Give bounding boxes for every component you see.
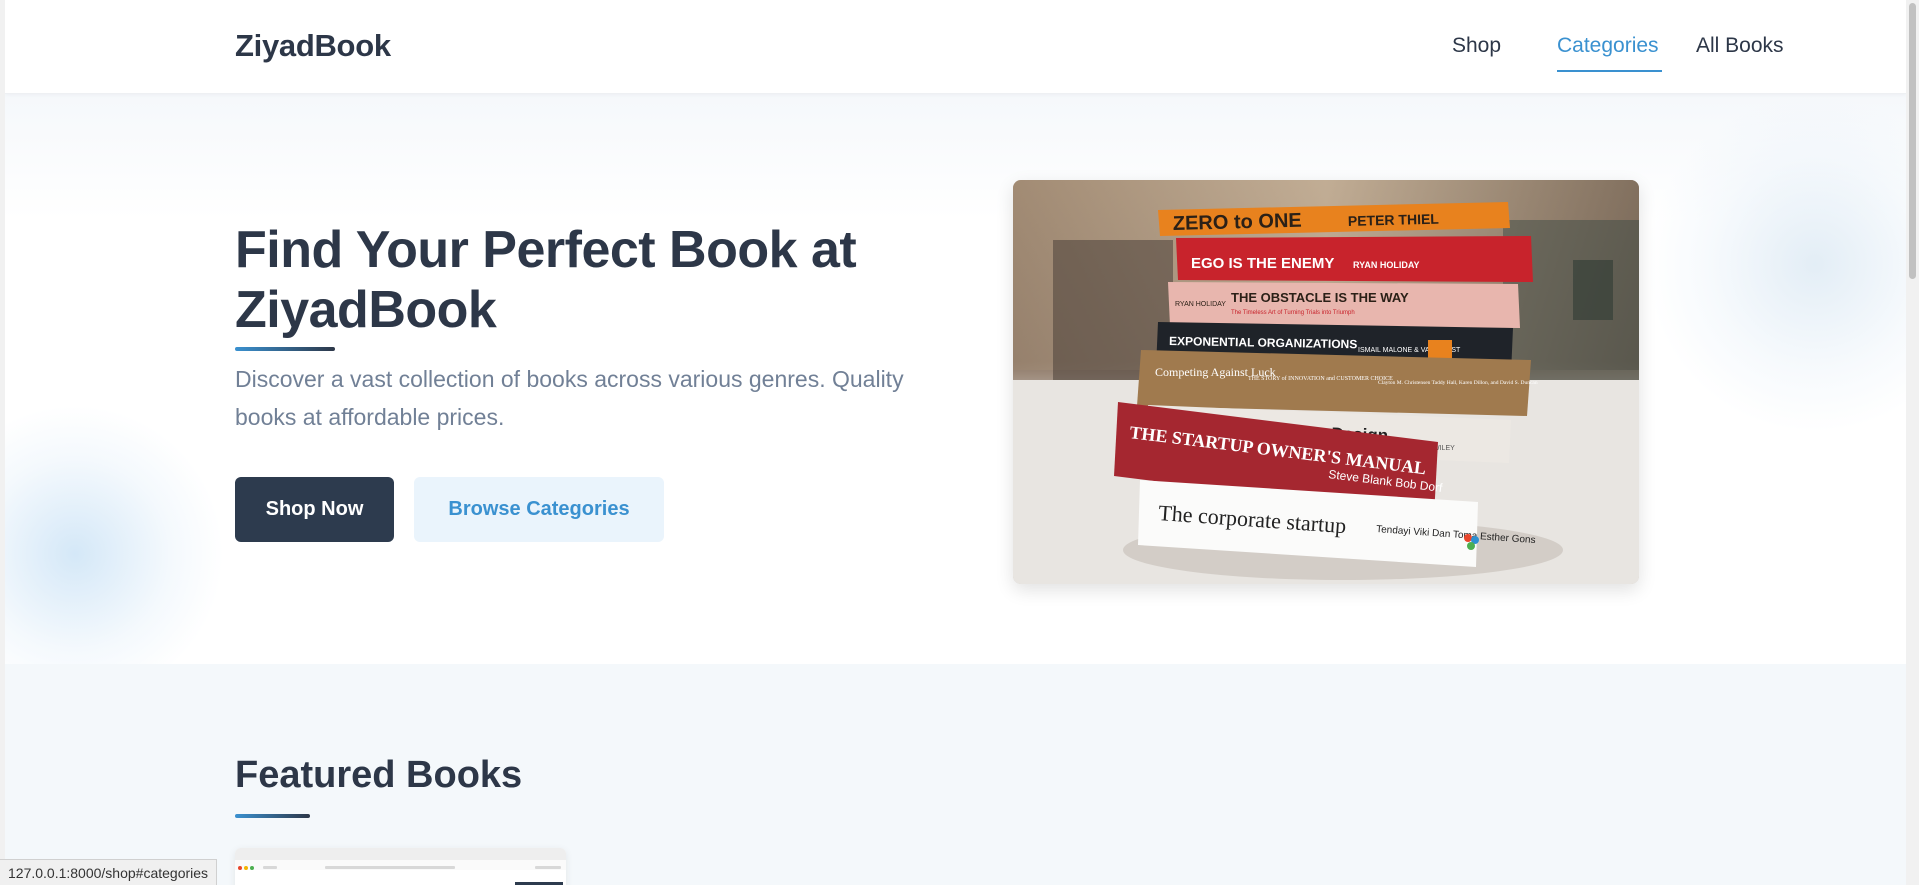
nav-shop[interactable]: Shop	[1452, 34, 1501, 58]
svg-text:EGO IS THE ENEMY: EGO IS THE ENEMY	[1191, 255, 1334, 272]
svg-text:RYAN HOLIDAY: RYAN HOLIDAY	[1353, 260, 1420, 270]
svg-text:THE OBSTACLE IS THE WAY: THE OBSTACLE IS THE WAY	[1231, 290, 1409, 305]
browse-categories-button[interactable]: Browse Categories	[414, 477, 664, 542]
featured-title: Featured Books	[235, 754, 523, 796]
hero-description: Discover a vast collection of books acro…	[235, 366, 904, 430]
svg-text:RYAN HOLIDAY: RYAN HOLIDAY	[1175, 301, 1226, 308]
shop-now-button[interactable]: Shop Now	[235, 477, 394, 542]
svg-text:ZERO to ONE: ZERO to ONE	[1173, 210, 1302, 235]
book-spine-3: THE OBSTACLE IS THE WAY The Timeless Art…	[1168, 282, 1520, 328]
scrollbar-thumb[interactable]	[1909, 3, 1916, 279]
featured-title-accent-bar	[235, 814, 310, 818]
hero-book-stack-image: ZERO to ONE PETER THIEL EGO IS THE ENEMY…	[1013, 180, 1639, 584]
book-spine-5: Competing Against Luck THE STORY of INNO…	[1137, 350, 1538, 416]
hero-title: Find Your Perfect Book at ZiyadBook	[235, 221, 857, 339]
decorative-blob-right	[1645, 94, 1906, 434]
book-spine-2: EGO IS THE ENEMY RYAN HOLIDAY	[1176, 236, 1533, 282]
page: ZiyadBook Shop Categories All Books Find…	[5, 0, 1906, 885]
book-card[interactable]	[235, 848, 566, 885]
book-card-thumbnail-topbar	[235, 848, 566, 860]
thumbnail-line	[263, 866, 277, 869]
thumbnail-dot	[250, 866, 254, 870]
thumbnail-line	[325, 866, 455, 869]
svg-text:PETER THIEL: PETER THIEL	[1348, 211, 1440, 229]
site-header: ZiyadBook Shop Categories All Books	[5, 0, 1906, 94]
nav-active-underline	[1557, 70, 1662, 72]
nav-all-books[interactable]: All Books	[1696, 34, 1784, 58]
svg-text:THE STORY of INNOVATION and CU: THE STORY of INNOVATION and CUSTOMER CHO…	[1248, 375, 1393, 382]
site-logo[interactable]: ZiyadBook	[235, 28, 391, 64]
hero-title-accent-bar	[235, 347, 335, 351]
thumbnail-dot	[244, 866, 248, 870]
page-scrollbar[interactable]	[1906, 0, 1919, 885]
thumbnail-line	[535, 866, 561, 869]
featured-section: Featured Books	[5, 664, 1906, 885]
svg-text:The Timeless Art of Turning Tr: The Timeless Art of Turning Trials into …	[1231, 310, 1355, 316]
nav-categories[interactable]: Categories	[1557, 34, 1659, 58]
hero-section: Find Your Perfect Book at ZiyadBook Disc…	[5, 94, 1906, 664]
decorative-blob-left	[5, 404, 225, 664]
thumbnail-dot	[238, 866, 242, 870]
svg-text:Clayton M. Christensen Taddy H: Clayton M. Christensen Taddy Hall, Karen…	[1378, 380, 1538, 386]
status-bar-url: 127.0.0.1:8000/shop#categories	[0, 859, 218, 885]
